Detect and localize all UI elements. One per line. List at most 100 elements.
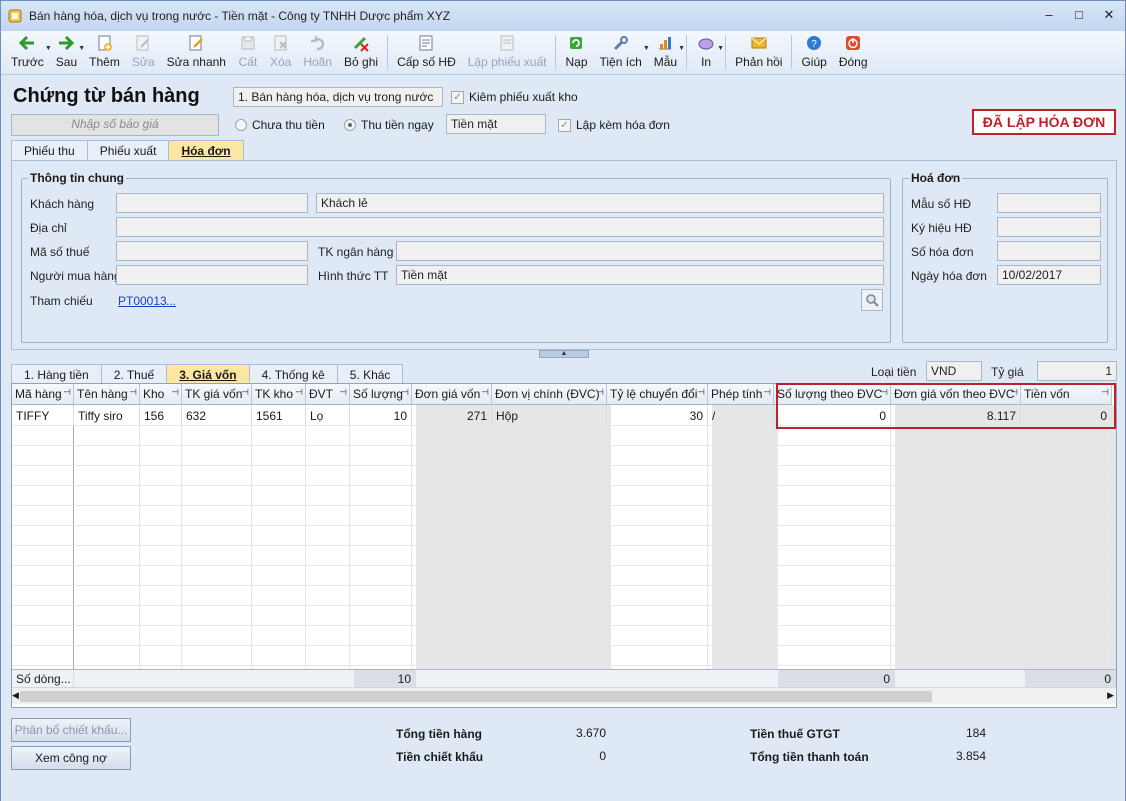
pin-icon[interactable]: ⊣	[763, 387, 771, 398]
magnifier-icon	[866, 294, 879, 307]
payment-form-input[interactable]: Tiền mặt	[396, 265, 884, 285]
currency-select[interactable]: VND	[926, 361, 982, 381]
invoice-no-input[interactable]	[997, 241, 1101, 261]
scroll-right-icon[interactable]: ▶	[1107, 690, 1114, 701]
reference-more-link[interactable]: ...	[166, 294, 176, 308]
tab-statistics[interactable]: 4. Thống kê	[248, 364, 338, 384]
quick-edit-button[interactable]: Sửa nhanh	[161, 31, 232, 73]
pin-icon[interactable]: ⊣	[171, 387, 179, 398]
pin-icon[interactable]: ⊣	[401, 387, 409, 398]
collapse-panel-button[interactable]: ▲	[539, 350, 589, 358]
scroll-left-icon[interactable]: ◀	[12, 690, 19, 701]
pin-icon[interactable]: ⊣	[481, 387, 489, 398]
col-stock-account-cell[interactable]: 1561	[252, 406, 306, 426]
template-button[interactable]: Mẫu ▼	[648, 31, 686, 73]
issue-slip-label: Lập phiếu xuất	[467, 55, 547, 69]
with-invoice-checkbox[interactable]: ✓ Lập kèm hóa đơn	[558, 118, 670, 132]
print-button[interactable]: In ▼	[690, 31, 724, 73]
col-item-code-header[interactable]: Mã hàng ⊣	[12, 384, 74, 405]
col-item-code-cell[interactable]: TIFFY	[12, 406, 74, 426]
col-unit-cost-cell[interactable]: 271	[412, 406, 492, 426]
allocate-discount-button[interactable]: Phân bổ chiết khấu...	[11, 718, 131, 742]
col-item-name-cell[interactable]: Tiffy siro	[74, 406, 140, 426]
col-conversion-rate-header[interactable]: Tỷ lệ chuyển đổi ⊣	[607, 384, 708, 405]
col-item-name-header[interactable]: Tên hàng ⊣	[74, 384, 140, 405]
form-no-input[interactable]	[997, 193, 1101, 213]
next-button[interactable]: Sau ▼	[50, 31, 85, 73]
col-operator-header[interactable]: Phép tính ⊣	[708, 384, 774, 405]
tab-goods-money[interactable]: 1. Hàng tiền	[11, 364, 102, 384]
col-quantity-cell[interactable]: 10	[350, 406, 412, 426]
radio-unpaid[interactable]: Chưa thu tiền	[235, 118, 325, 132]
radio-paid[interactable]: Thu tiền ngay	[344, 118, 434, 132]
feedback-button[interactable]: Phản hồi	[729, 31, 788, 73]
rate-input[interactable]: 1	[1037, 361, 1117, 381]
col-stock-account-header[interactable]: TK kho ⊣	[252, 384, 306, 405]
transaction-type-select[interactable]: 1. Bán hàng hóa, dịch vụ trong nước	[233, 87, 443, 107]
add-button[interactable]: Thêm	[83, 31, 126, 73]
unpost-button[interactable]: Bỏ ghi	[338, 31, 384, 73]
col-operator-cell[interactable]: /	[708, 406, 774, 426]
chevron-down-icon: ▼	[678, 45, 686, 52]
export-slip-checkbox[interactable]: ✓ Kiêm phiếu xuất kho	[451, 90, 578, 104]
col-quantity-header[interactable]: Số lượng ⊣	[350, 384, 412, 405]
prev-button[interactable]: Trước ▼	[5, 31, 52, 73]
bank-account-input[interactable]	[396, 241, 884, 261]
pin-icon[interactable]: ⊣	[295, 387, 303, 398]
row-count-label[interactable]: Số dòng...	[12, 670, 74, 688]
maximize-button[interactable]: □	[1071, 7, 1087, 23]
tab-invoice[interactable]: Hóa đơn	[168, 140, 244, 160]
customer-name-input[interactable]: Khách lẻ	[316, 193, 884, 213]
invoice-number-button[interactable]: Cấp số HĐ	[391, 31, 462, 73]
col-warehouse-header[interactable]: Kho ⊣	[140, 384, 182, 405]
tab-tax[interactable]: 2. Thuế	[100, 364, 168, 384]
customer-code-input[interactable]	[116, 193, 308, 213]
symbol-input[interactable]	[997, 217, 1101, 237]
invoice-date-input[interactable]: 10/02/2017	[997, 265, 1101, 285]
minimize-button[interactable]: –	[1041, 7, 1057, 23]
reload-icon	[566, 33, 586, 53]
col-main-unit-cell[interactable]: Hộp	[492, 406, 607, 426]
tax-code-input[interactable]	[116, 241, 308, 261]
col-main-unit-header[interactable]: Đơn vị chính (ĐVC) ⊣	[492, 384, 607, 405]
close-doc-button[interactable]: Đóng	[833, 31, 874, 73]
search-reference-button[interactable]	[861, 289, 883, 311]
tab-other[interactable]: 5. Khác	[336, 364, 404, 384]
save-button[interactable]: Cất	[232, 31, 264, 73]
col-cost-account-cell[interactable]: 632	[182, 406, 252, 426]
buyer-input[interactable]	[116, 265, 308, 285]
undo-button[interactable]: Hoãn	[297, 31, 338, 73]
edit-button[interactable]: Sửa	[126, 31, 161, 73]
col-unit-cell[interactable]: Lọ	[306, 406, 350, 426]
payment-method-select[interactable]: Tiền mặt	[446, 114, 546, 134]
pin-icon[interactable]: ⊣	[596, 387, 604, 398]
tab-issue-slip[interactable]: Phiếu xuất	[86, 140, 170, 160]
col-unit-cost-header[interactable]: Đơn giá vốn ⊣	[412, 384, 492, 405]
pin-icon[interactable]: ⊣	[129, 387, 137, 398]
horizontal-scrollbar[interactable]: ◀ ▶	[12, 687, 1116, 704]
quote-number-input[interactable]: Nhập số báo giá	[11, 114, 219, 136]
issue-slip-button[interactable]: Lập phiếu xuất	[462, 31, 553, 73]
reference-link[interactable]: PT00013	[118, 294, 167, 308]
scrollbar-thumb[interactable]	[20, 691, 932, 702]
unpost-icon	[351, 33, 371, 53]
col-conversion-rate-cell[interactable]: 30	[607, 406, 708, 426]
grid-row-line	[12, 565, 1116, 566]
view-debt-button[interactable]: Xem công nợ	[11, 746, 131, 770]
utilities-button[interactable]: Tiện ích ▼	[594, 31, 650, 73]
tab-receipt[interactable]: Phiếu thu	[11, 140, 88, 160]
close-window-button[interactable]: ✕	[1101, 7, 1117, 23]
pin-icon[interactable]: ⊣	[697, 387, 705, 398]
col-unit-header[interactable]: ĐVT ⊣	[306, 384, 350, 405]
pin-icon[interactable]: ⊣	[241, 387, 249, 398]
col-cost-account-header[interactable]: TK giá vốn ⊣	[182, 384, 252, 405]
delete-button[interactable]: Xóa	[264, 31, 297, 73]
pin-icon[interactable]: ⊣	[339, 387, 347, 398]
address-input[interactable]	[116, 217, 884, 237]
radio-circle-icon	[235, 119, 247, 131]
help-button[interactable]: ? Giúp	[795, 31, 832, 73]
pin-icon[interactable]: ⊣	[63, 387, 71, 398]
tab-cost-price[interactable]: 3. Giá vốn	[166, 364, 250, 384]
col-warehouse-cell[interactable]: 156	[140, 406, 182, 426]
reload-button[interactable]: Nạp	[559, 31, 593, 73]
